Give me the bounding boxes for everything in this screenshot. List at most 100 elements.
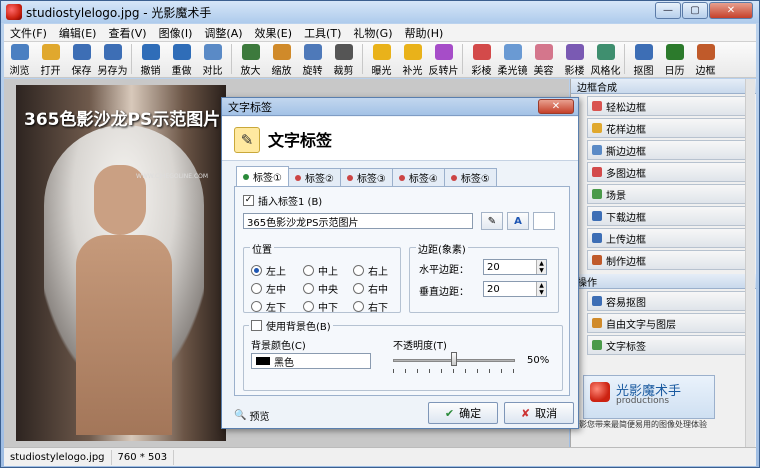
position-radio[interactable]: 左下: [251, 299, 286, 314]
opacity-slider-thumb[interactable]: [451, 352, 457, 366]
brand-banner[interactable]: 光影魔术手 productions: [583, 375, 715, 419]
panel-section-borders[interactable]: 边框合成: [571, 79, 756, 94]
toolbar-label: 风格化: [590, 66, 621, 77]
menu-adjust[interactable]: 调整(A): [198, 25, 248, 41]
position-radio[interactable]: 中央: [303, 281, 338, 296]
toolbar-button-exposure[interactable]: 曝光: [366, 42, 397, 77]
fill-light-icon: [403, 44, 422, 60]
panel-item[interactable]: 下载边框: [587, 206, 752, 226]
text-label-dialog: 文字标签 ✕ ✎ 文字标签 标签① 标签② 标签③ 标签④ 标签⑤ ✓ 插入标签1…: [221, 97, 579, 429]
reversal-film-icon: [434, 44, 453, 60]
menu-view[interactable]: 查看(V): [102, 25, 152, 41]
position-radio[interactable]: 右上: [353, 263, 388, 278]
menu-edit[interactable]: 编辑(E): [53, 25, 103, 41]
tab-panel: ✓ 插入标签1 (B) 365色影沙龙PS示范图片 ✎ A 位置 左上 中上 右上 左中…: [234, 186, 570, 396]
toolbar-button-calendar[interactable]: 日历: [659, 42, 690, 77]
font-button[interactable]: ✎: [481, 212, 503, 230]
close-button[interactable]: ✕: [709, 2, 753, 19]
toolbar-button-crop[interactable]: 裁剪: [328, 42, 359, 77]
menu-effects[interactable]: 效果(E): [249, 25, 299, 41]
menu-gift[interactable]: 礼物(G): [347, 25, 398, 41]
toolbar-separator: [131, 44, 132, 74]
toolbar-button-compare[interactable]: 对比: [197, 42, 228, 77]
ok-button[interactable]: ✔ 确定: [428, 402, 498, 424]
toolbar-button-save[interactable]: 保存: [66, 42, 97, 77]
tab-label-4[interactable]: 标签④: [391, 168, 445, 186]
tab-label-5[interactable]: 标签⑤: [443, 168, 497, 186]
toolbar-button-zoom-in[interactable]: 放大: [235, 42, 266, 77]
dialog-close-button[interactable]: ✕: [538, 99, 574, 114]
preview-button[interactable]: 🔍 预览: [234, 408, 269, 423]
panel-section-operations[interactable]: 操作: [571, 274, 756, 289]
panel-item[interactable]: 文字标签: [587, 335, 752, 355]
panel-item[interactable]: 自由文字与图层: [587, 313, 752, 333]
toolbar-button-save-as[interactable]: 另存为: [97, 42, 128, 77]
position-radio[interactable]: 左上: [251, 263, 286, 278]
title-bar: studiostylelogo.jpg - 光影魔术手 — ▢ ✕: [1, 1, 759, 23]
menu-file[interactable]: 文件(F): [4, 25, 53, 41]
panel-item[interactable]: 轻松边框: [587, 96, 752, 116]
toolbar-button-border[interactable]: 边框: [690, 42, 721, 77]
panel-item[interactable]: 花样边框: [587, 118, 752, 138]
spinner-arrows-icon[interactable]: ▲ ▼: [536, 282, 546, 296]
panel-item-label: 制作边框: [606, 256, 646, 268]
maximize-button[interactable]: ▢: [682, 2, 708, 19]
panel-item[interactable]: 容易抠图: [587, 291, 752, 311]
toolbar-button-stylize[interactable]: 风格化: [590, 42, 621, 77]
toolbar-button-reversal-film[interactable]: 反转片: [428, 42, 459, 77]
label-text-input[interactable]: 365色影沙龙PS示范图片: [243, 213, 473, 229]
toolbar-button-resize[interactable]: 缩放: [266, 42, 297, 77]
open-folder-icon: [41, 44, 60, 60]
tab-label-2[interactable]: 标签②: [287, 168, 341, 186]
status-filename: studiostylelogo.jpg: [4, 449, 112, 465]
cancel-button[interactable]: ✘ 取消: [504, 402, 574, 424]
right-panel: 边框合成 轻松边框 花样边框 撕边边框 多图边框 场景 下载边框上传边框制作边框 操作 容…: [570, 79, 756, 447]
insert-label-checkbox[interactable]: ✓ 插入标签1 (B): [243, 193, 322, 208]
minimize-button[interactable]: —: [655, 2, 681, 19]
radio-icon: [353, 301, 364, 312]
color-picker-button[interactable]: [533, 212, 555, 230]
toolbar-button-redo[interactable]: 重做: [166, 42, 197, 77]
toolbar-button-undo[interactable]: 撤销: [135, 42, 166, 77]
menu-help[interactable]: 帮助(H): [398, 25, 449, 41]
h-margin-spinner[interactable]: 20 ▲ ▼: [483, 259, 547, 275]
text-color-button[interactable]: A: [507, 212, 529, 230]
toolbar-button-studio[interactable]: 影楼: [559, 42, 590, 77]
spinner-arrows-icon[interactable]: ▲ ▼: [536, 260, 546, 274]
toolbar-button-browse[interactable]: 浏览: [4, 42, 35, 77]
tab-label-3[interactable]: 标签③: [339, 168, 393, 186]
position-radio[interactable]: 右下: [353, 299, 388, 314]
panel-scrollbar[interactable]: [745, 79, 755, 447]
use-bg-color-checkbox[interactable]: 使用背景色(B): [249, 318, 333, 333]
toolbar-button-rotate[interactable]: 旋转: [297, 42, 328, 77]
panel-item-label: 文字标签: [606, 341, 646, 353]
position-radio[interactable]: 左中: [251, 281, 286, 296]
menu-image[interactable]: 图像(I): [153, 25, 199, 41]
panel-item[interactable]: 多图边框: [587, 162, 752, 182]
cross-icon: ✘: [520, 406, 531, 420]
toolbar-button-open-folder[interactable]: 打开: [35, 42, 66, 77]
toolbar-button-color-prism[interactable]: 彩棱: [466, 42, 497, 77]
bg-color-select[interactable]: 黑色: [251, 353, 371, 369]
panel-item-icon: [592, 189, 602, 199]
menu-tools[interactable]: 工具(T): [298, 25, 347, 41]
position-radio[interactable]: 右中: [353, 281, 388, 296]
panel-item[interactable]: 制作边框: [587, 250, 752, 270]
toolbar-button-soft-focus[interactable]: 柔光镜: [497, 42, 528, 77]
beauty-icon: [534, 44, 553, 60]
v-margin-spinner[interactable]: 20 ▲ ▼: [483, 281, 547, 297]
toolbar-button-beauty[interactable]: 美容: [528, 42, 559, 77]
panel-item-label: 上传边框: [606, 234, 646, 246]
toolbar-button-fill-light[interactable]: 补光: [397, 42, 428, 77]
panel-item-icon: [592, 211, 602, 221]
toolbar-button-cutout[interactable]: 抠图: [628, 42, 659, 77]
panel-item[interactable]: 场景: [587, 184, 752, 204]
position-radio[interactable]: 中下: [303, 299, 338, 314]
position-radio[interactable]: 中上: [303, 263, 338, 278]
panel-item[interactable]: 上传边框: [587, 228, 752, 248]
status-dimensions: 760 * 503: [112, 449, 175, 465]
panel-item[interactable]: 撕边边框: [587, 140, 752, 160]
tab-label-1[interactable]: 标签①: [236, 166, 289, 186]
toolbar-label: 打开: [40, 66, 61, 77]
redo-icon: [172, 44, 191, 60]
